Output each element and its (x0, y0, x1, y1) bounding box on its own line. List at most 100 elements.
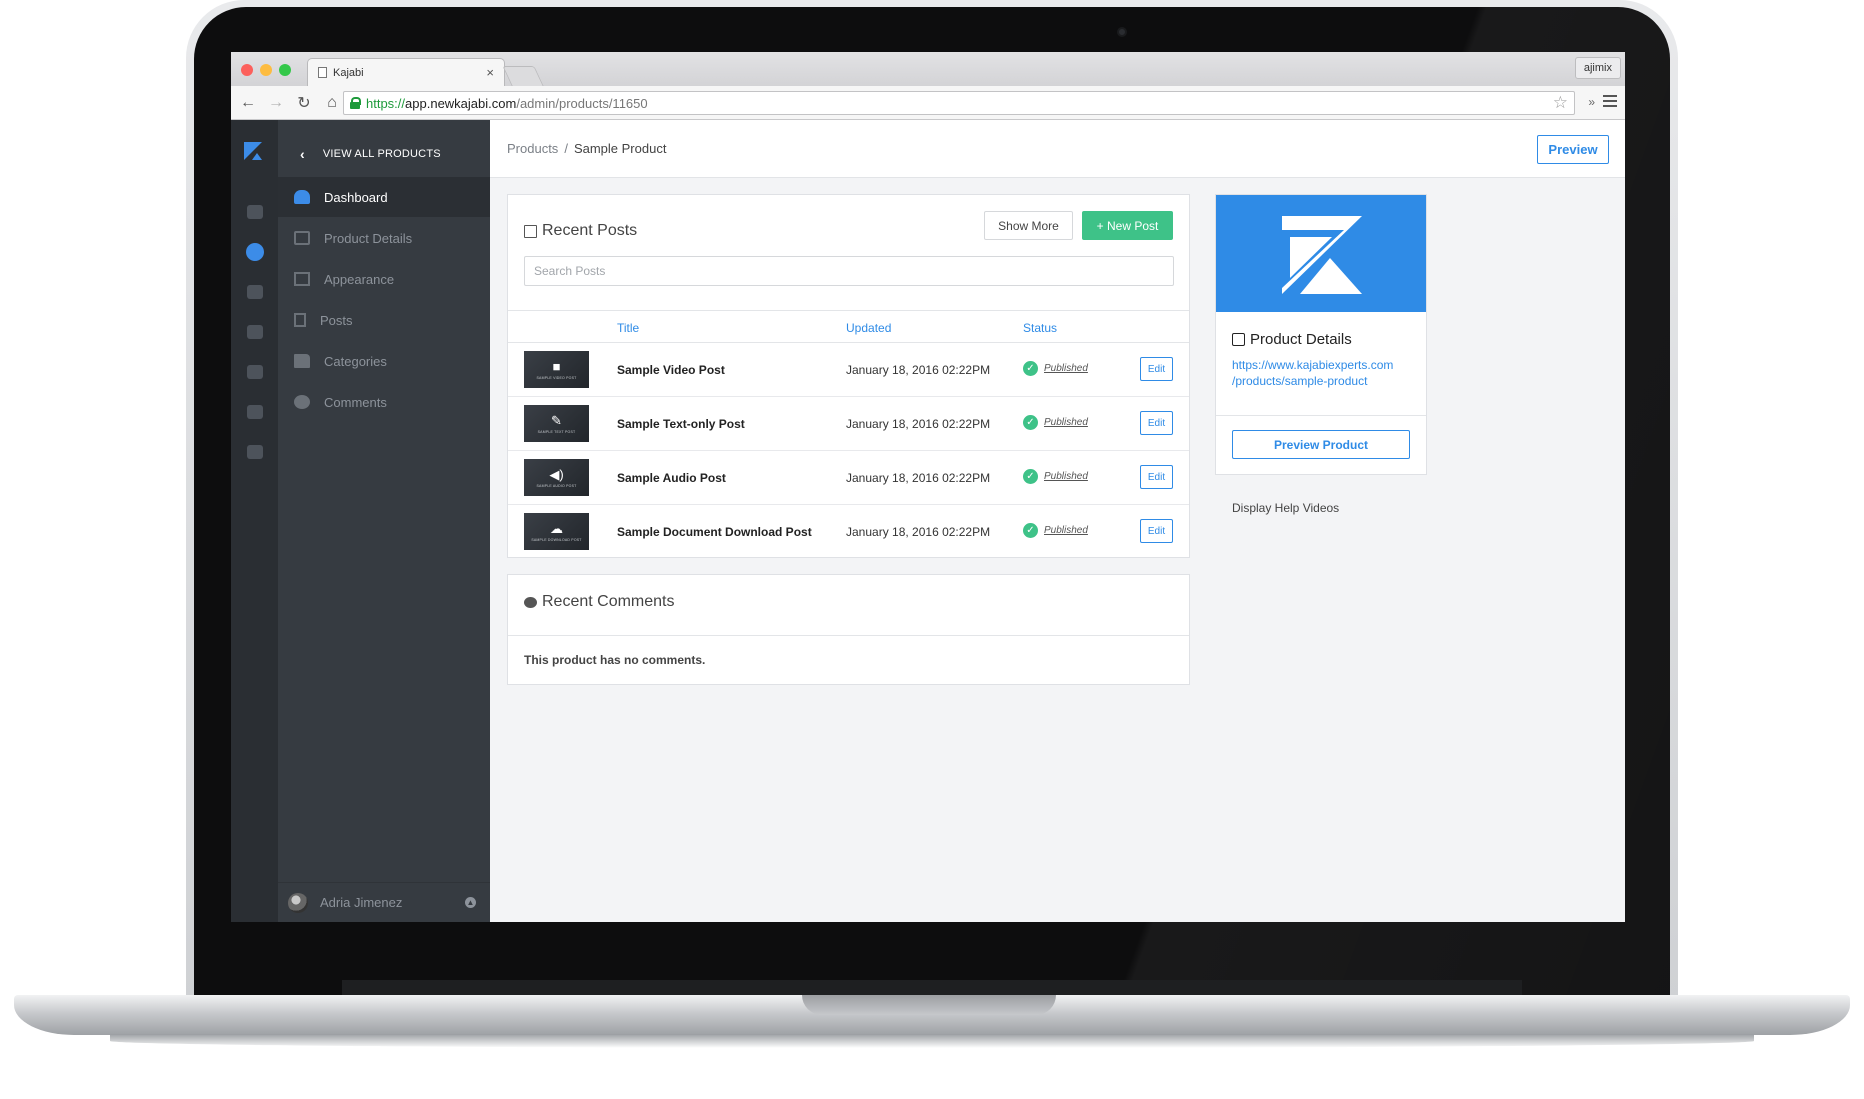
dashboard-icon (294, 190, 310, 204)
product-url-link[interactable]: https://www.kajabiexperts.com /products/… (1232, 358, 1422, 389)
post-title[interactable]: Sample Text-only Post (617, 417, 745, 431)
main-content: Products / Sample Product Preview Recent… (490, 120, 1625, 922)
breadcrumb-products[interactable]: Products (507, 141, 558, 156)
rail-user-icon[interactable] (231, 312, 278, 352)
laptop-shadow (110, 1034, 1754, 1048)
rail-gear-icon[interactable] (231, 432, 278, 472)
column-status[interactable]: Status (1023, 321, 1057, 335)
post-updated: January 18, 2016 02:22PM (846, 471, 991, 485)
thumbnail-caption: SAMPLE AUDIO POST (536, 483, 577, 488)
pencil-icon: ✎ (551, 412, 562, 428)
profile-button[interactable]: ajimix (1574, 57, 1621, 79)
divider (508, 635, 1189, 636)
lock-icon (350, 97, 361, 109)
table-row[interactable]: ◀) SAMPLE AUDIO POST Sample Audio Post J… (508, 451, 1189, 505)
edit-button[interactable]: Edit (1140, 411, 1173, 435)
rail-products-icon[interactable] (231, 232, 278, 272)
product-hero (1216, 195, 1426, 312)
address-bar[interactable]: https://app.newkajabi.com/admin/products… (343, 91, 1575, 115)
tab-title: Kajabi (333, 66, 364, 79)
user-icon (246, 325, 263, 339)
status-badge: ✓ Published (1023, 415, 1088, 430)
new-tab-button[interactable] (502, 66, 544, 86)
sidebar-item-posts[interactable]: Posts (278, 300, 490, 340)
rail-copy-icon[interactable] (231, 392, 278, 432)
folder-icon (294, 354, 310, 368)
text-thumbnail: ✎ SAMPLE TEXT POST (524, 405, 589, 442)
hamburger-menu-icon[interactable] (1603, 95, 1617, 107)
sidebar-item-comments[interactable]: Comments (278, 382, 490, 422)
divider (1216, 415, 1426, 416)
bezel-bottom (342, 980, 1522, 996)
display-help-videos-link[interactable]: Display Help Videos (1232, 501, 1339, 515)
table-row[interactable]: ■ SAMPLE VIDEO POST Sample Video Post Ja… (508, 343, 1189, 397)
cart-icon (246, 285, 263, 299)
preview-button[interactable]: Preview (1537, 135, 1609, 164)
breadcrumb-separator: / (564, 141, 568, 156)
search-posts-input[interactable] (524, 256, 1174, 286)
column-updated[interactable]: Updated (846, 321, 891, 335)
new-post-button[interactable]: + New Post (1082, 211, 1173, 240)
thumbnail-caption: SAMPLE TEXT POST (537, 429, 576, 434)
copy-icon (524, 224, 537, 238)
close-window-button[interactable] (241, 64, 253, 76)
column-title[interactable]: Title (617, 321, 639, 335)
bookmark-star-icon[interactable]: ☆ (1553, 93, 1568, 113)
browser-tab[interactable]: Kajabi × (307, 58, 505, 86)
sidebar-item-label: Posts (320, 312, 353, 328)
table-row[interactable]: ☁ SAMPLE DOWNLOAD POST Sample Document D… (508, 505, 1189, 559)
icon-rail (231, 120, 278, 922)
more-extensions-icon[interactable]: » (1588, 95, 1595, 109)
sidebar-item-label: Product Details (324, 230, 413, 246)
rail-monitor-icon[interactable] (231, 352, 278, 392)
product-details-card: Product Details https://www.kajabiexpert… (1215, 194, 1427, 475)
audio-thumbnail: ◀) SAMPLE AUDIO POST (524, 459, 589, 496)
maximize-window-button[interactable] (279, 64, 291, 76)
table-row[interactable]: ✎ SAMPLE TEXT POST Sample Text-only Post… (508, 397, 1189, 451)
sidebar-item-label: Dashboard (324, 189, 388, 205)
rail-dashboard-icon[interactable] (231, 192, 278, 232)
avatar (288, 892, 308, 913)
home-icon[interactable]: ⌂ (321, 94, 343, 112)
sidebar-item-dashboard[interactable]: Dashboard (278, 177, 490, 217)
browser-toolbar: ← → ↻ ⌂ https://app.newkajabi.com/admin/… (231, 86, 1625, 120)
status-badge: ✓ Published (1023, 523, 1088, 538)
forward-arrow-icon[interactable]: → (265, 94, 287, 112)
thumbnail-caption: SAMPLE VIDEO POST (536, 375, 577, 380)
kajabi-logo-icon[interactable] (242, 140, 264, 162)
post-title[interactable]: Sample Audio Post (617, 471, 726, 485)
speaker-icon: ◀) (549, 466, 564, 482)
product-url-line2: /products/sample-product (1232, 373, 1368, 388)
post-updated: January 18, 2016 02:22PM (846, 525, 991, 539)
status-badge: ✓ Published (1023, 469, 1088, 484)
status-badge: ✓ Published (1023, 361, 1088, 376)
post-title[interactable]: Sample Document Download Post (617, 525, 812, 539)
preview-product-button[interactable]: Preview Product (1232, 430, 1410, 459)
edit-button[interactable]: Edit (1140, 465, 1173, 489)
post-title[interactable]: Sample Video Post (617, 363, 725, 377)
sidebar: ‹ VIEW ALL PRODUCTS Dashboard Product De… (278, 120, 490, 922)
main-header: Products / Sample Product Preview (490, 120, 1625, 178)
chevron-left-icon: ‹ (300, 146, 305, 162)
post-updated: January 18, 2016 02:22PM (846, 417, 991, 431)
edit-button[interactable]: Edit (1140, 357, 1173, 381)
reload-icon[interactable]: ↻ (293, 93, 315, 113)
sidebar-item-product-details[interactable]: Product Details (278, 218, 490, 258)
page-icon (318, 67, 327, 78)
back-arrow-icon[interactable]: ← (237, 94, 259, 112)
show-more-button[interactable]: Show More (984, 211, 1073, 240)
view-all-products-label: VIEW ALL PRODUCTS (322, 148, 441, 160)
rail-cart-icon[interactable] (231, 272, 278, 312)
tab-close-icon[interactable]: × (486, 65, 494, 80)
sidebar-item-label: Comments (324, 394, 387, 410)
sidebar-item-categories[interactable]: Categories (278, 341, 490, 381)
screen: Kajabi × ajimix ← → ↻ ⌂ https://app.newk… (231, 52, 1625, 922)
products-icon (245, 243, 264, 261)
edit-button[interactable]: Edit (1140, 519, 1173, 543)
chevron-up-icon[interactable]: ▲ (465, 897, 476, 908)
comment-icon (524, 596, 537, 608)
user-menu[interactable]: Adria Jimenez ▲ (278, 882, 490, 922)
camera-icon (1117, 27, 1127, 37)
sidebar-item-appearance[interactable]: Appearance (278, 259, 490, 299)
minimize-window-button[interactable] (260, 64, 272, 76)
